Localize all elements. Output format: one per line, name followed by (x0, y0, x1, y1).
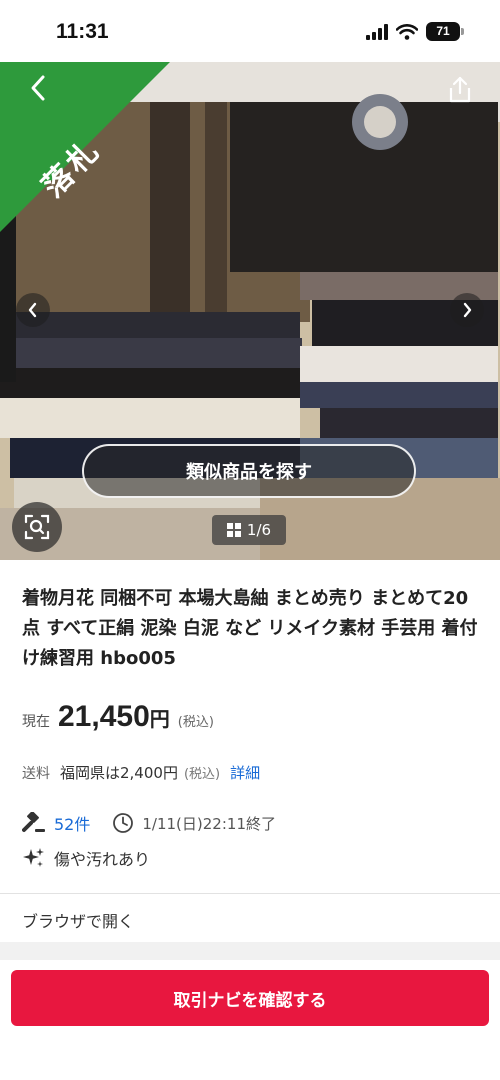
image-counter: 1/6 (212, 515, 286, 545)
item-title: 着物月花 同梱不可 本場大島紬 まとめ売り まとめて20点 すべて正絹 泥染 白… (22, 588, 478, 669)
price-value: 21,450 (58, 700, 150, 733)
chevron-left-icon (28, 302, 37, 318)
find-similar-button[interactable]: 類似商品を探す (82, 444, 416, 498)
image-search-icon (24, 514, 50, 540)
open-in-browser-link[interactable]: ブラウザで開く (22, 908, 134, 932)
grid-icon (226, 523, 241, 537)
clock-icon (113, 813, 134, 833)
status-time: 11:31 (56, 20, 109, 43)
back-button[interactable] (20, 70, 56, 106)
section-separator (0, 942, 500, 960)
shipping-row: 送料 福岡県は2,400円 (税込) 詳細 (22, 762, 260, 783)
price-unit: 円 (149, 707, 170, 731)
end-time: 1/11(日)22:11終了 (142, 814, 276, 833)
shipping-label: 送料 (22, 766, 50, 782)
transaction-navi-button[interactable]: 取引ナビを確認する (11, 970, 489, 1026)
image-counter-label: 1/6 (246, 521, 272, 539)
auction-meta-row: 52件 1/11(日)22:11終了 (22, 811, 276, 835)
battery-icon: 71 (426, 22, 464, 41)
previous-image-button[interactable] (16, 293, 50, 327)
shipping-value: 福岡県は2,400円 (60, 764, 178, 782)
chevron-right-icon (463, 302, 472, 318)
battery-level: 71 (426, 22, 460, 41)
share-button[interactable] (440, 70, 480, 110)
image-search-button[interactable] (12, 502, 62, 552)
product-image-carousel[interactable]: 落札 類似商品を探す 1/6 (0, 62, 500, 560)
shipping-tax-note: (税込) (183, 767, 221, 782)
gavel-icon (22, 812, 45, 832)
cellular-signal-icon (366, 23, 388, 40)
condition-row: 傷や汚れあり (22, 846, 150, 870)
bid-count-link[interactable]: 52件 (54, 811, 90, 835)
sparkle-icon (23, 848, 44, 867)
price-tax-note: (税込) (177, 715, 214, 730)
price-label: 現在 (22, 714, 50, 730)
status-bar: 11:31 71 (0, 0, 500, 62)
wifi-icon (396, 23, 418, 40)
share-icon (449, 76, 471, 103)
price-row: 現在 21,450 円 (税込) (22, 700, 214, 734)
chevron-left-icon (31, 75, 45, 101)
shipping-detail-link[interactable]: 詳細 (230, 762, 260, 783)
condition-text: 傷や汚れあり (54, 850, 151, 869)
status-icons: 71 (366, 22, 464, 41)
divider (0, 893, 500, 894)
next-image-button[interactable] (450, 293, 484, 327)
